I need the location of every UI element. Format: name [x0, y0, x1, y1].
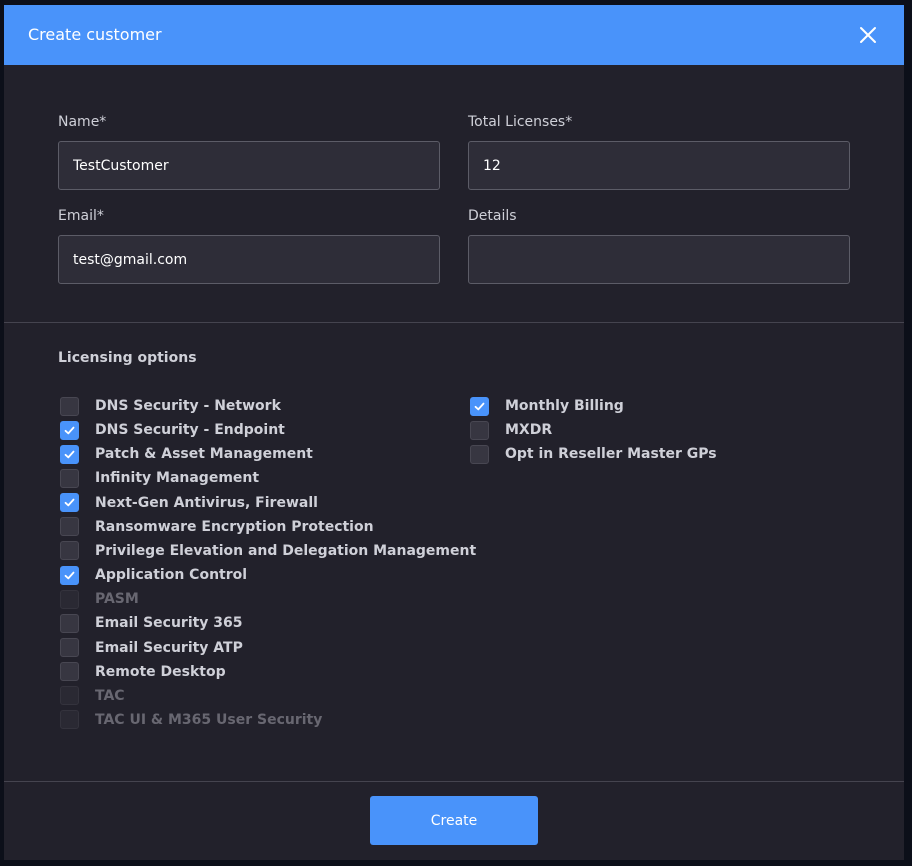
checkbox[interactable] [470, 420, 489, 440]
check-icon [64, 571, 75, 579]
close-button[interactable] [855, 22, 881, 48]
dialog-title: Create customer [28, 25, 162, 44]
licensing-option-label: TAC UI & M365 User Security [95, 711, 323, 728]
name-input[interactable] [58, 141, 440, 190]
licensing-option-tac-ui-m365-user-security: TAC UI & M365 User Security [60, 710, 322, 730]
checkbox[interactable] [470, 396, 489, 416]
checkbox[interactable] [60, 565, 79, 585]
licensing-option-label: Email Security ATP [95, 639, 243, 656]
licensing-option-label: Infinity Management [95, 470, 260, 487]
checkbox[interactable] [60, 420, 79, 440]
checkbox[interactable] [60, 396, 79, 416]
licensing-option-ransomware-encryption-protection[interactable]: Ransomware Encryption Protection [60, 517, 374, 537]
checkbox[interactable] [60, 541, 79, 561]
email-input[interactable] [58, 235, 440, 284]
licensing-option-label: Monthly Billing [505, 398, 624, 414]
checkbox[interactable] [470, 444, 489, 464]
licensing-option-label: DNS Security - Network [95, 398, 281, 414]
licensing-option-opt-in-reseller-master-gps[interactable]: Opt in Reseller Master GPs [470, 444, 717, 464]
checkbox[interactable] [60, 613, 79, 633]
check-icon [474, 402, 485, 410]
licensing-option-application-control[interactable]: Application Control [60, 565, 247, 585]
check-icon [64, 426, 75, 434]
licensing-option-patch-asset-management[interactable]: Patch & Asset Management [60, 444, 313, 464]
checkbox[interactable] [60, 493, 79, 513]
checkbox [60, 686, 79, 706]
details-input[interactable] [468, 235, 850, 284]
check-icon [64, 498, 75, 507]
licensing-option-label: Next-Gen Antivirus, Firewall [95, 494, 318, 511]
licensing-option-label: TAC [95, 687, 125, 704]
details-label: Details [468, 208, 517, 224]
licensing-option-infinity-management[interactable]: Infinity Management [60, 468, 259, 488]
licensing-option-label: Patch & Asset Management [95, 446, 313, 463]
checkbox [60, 710, 79, 730]
licensing-option-label: Privilege Elevation and Delegation Manag… [95, 542, 477, 559]
checkbox[interactable] [60, 468, 79, 488]
licensing-option-mxdr[interactable]: MXDR [470, 420, 552, 440]
form-divider [4, 322, 904, 323]
licensing-option-label: Ransomware Encryption Protection [95, 518, 374, 535]
checkbox[interactable] [60, 638, 79, 657]
name-label: Name* [58, 114, 107, 130]
email-label: Email* [58, 208, 104, 224]
licensing-option-label: MXDR [505, 422, 553, 439]
checkbox[interactable] [60, 517, 79, 537]
total-licenses-label: Total Licenses* [468, 114, 573, 130]
licensing-option-label: DNS Security - Endpoint [95, 422, 285, 439]
checkbox[interactable] [60, 662, 79, 682]
footer-divider [4, 781, 904, 782]
checkbox [60, 589, 79, 609]
licensing-option-next-gen-antivirus-firewall[interactable]: Next-Gen Antivirus, Firewall [60, 493, 318, 513]
licensing-option-email-security-atp[interactable]: Email Security ATP [60, 638, 243, 658]
check-icon [64, 450, 75, 459]
licensing-option-label: Opt in Reseller Master GPs [505, 446, 717, 463]
licensing-option-dns-security-endpoint[interactable]: DNS Security - Endpoint [60, 420, 285, 440]
dialog-header: Create customer [4, 5, 904, 65]
licensing-option-email-security-365[interactable]: Email Security 365 [60, 613, 243, 633]
licensing-option-remote-desktop[interactable]: Remote Desktop [60, 662, 226, 682]
create-customer-dialog: Create customer Name* Total Licenses* Em… [4, 5, 904, 860]
total-licenses-input[interactable] [468, 141, 850, 190]
licensing-option-tac: TAC [60, 686, 125, 706]
licensing-option-label: PASM [95, 591, 139, 608]
licensing-option-label: Application Control [95, 567, 248, 584]
licensing-option-label: Remote Desktop [95, 663, 226, 680]
create-button[interactable]: Create [370, 796, 538, 845]
licensing-options-title: Licensing options [58, 350, 197, 366]
licensing-option-monthly-billing[interactable]: Monthly Billing [470, 396, 624, 416]
close-icon [860, 27, 876, 43]
checkbox[interactable] [60, 444, 79, 464]
licensing-option-label: Email Security 365 [95, 615, 243, 632]
licensing-option-pasm: PASM [60, 589, 139, 609]
licensing-option-dns-security-network[interactable]: DNS Security - Network [60, 396, 281, 416]
licensing-option-privilege-elevation-and-delegation-management[interactable]: Privilege Elevation and Delegation Manag… [60, 541, 476, 561]
